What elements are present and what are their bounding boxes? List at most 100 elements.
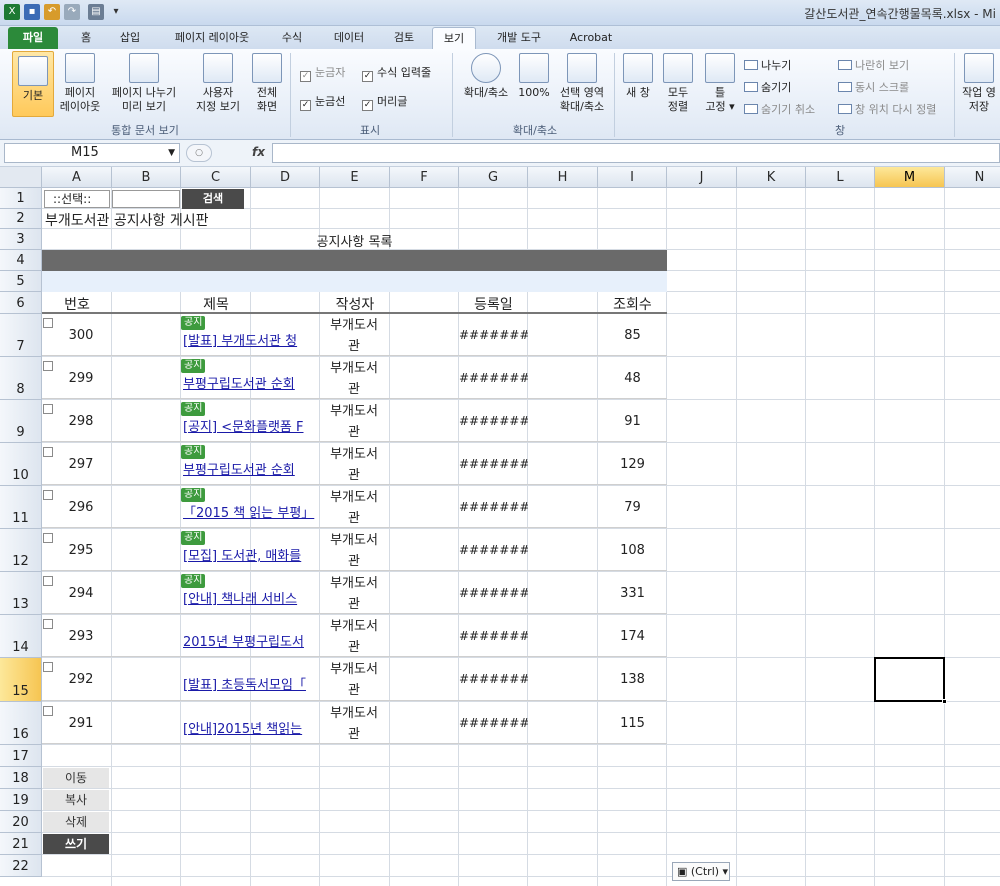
row-header-5[interactable]: 5 — [0, 271, 42, 292]
row-header-22[interactable]: 22 — [0, 855, 42, 877]
row-header-6[interactable]: 6 — [0, 292, 42, 314]
row-header-13[interactable]: 13 — [0, 572, 42, 615]
print-icon[interactable]: ▤ — [88, 4, 104, 20]
row-header-12[interactable]: 12 — [0, 529, 42, 572]
search-input[interactable] — [112, 190, 180, 208]
search-button[interactable]: 검색 — [182, 189, 244, 209]
formula-input[interactable] — [272, 143, 1000, 163]
name-box[interactable]: M15 ▼ — [4, 143, 180, 163]
post-title-link[interactable]: [모집] 도서관, 매화를 — [183, 545, 319, 564]
post-title-link[interactable]: [공지] <문화플랫폼 F — [183, 416, 319, 435]
write-button[interactable]: 쓰기 — [43, 834, 109, 854]
tab-view[interactable]: 보기 — [432, 27, 476, 49]
freeze-panes-button[interactable]: 틀 고정 ▾ — [700, 53, 740, 114]
row-header-10[interactable]: 10 — [0, 443, 42, 486]
column-header-a[interactable]: A — [42, 167, 112, 188]
full-screen-button[interactable]: 전체 화면 — [250, 53, 284, 114]
column-header-f[interactable]: F — [390, 167, 459, 188]
paste-options-button[interactable]: ▣ (Ctrl) ▾ — [672, 862, 730, 881]
zoom-100-button[interactable]: 100% — [516, 53, 552, 100]
column-header-m[interactable]: M — [875, 167, 945, 188]
row-checkbox[interactable] — [43, 576, 53, 586]
split-button[interactable]: 나누기 — [744, 57, 791, 73]
row-header-1[interactable]: 1 — [0, 188, 42, 209]
tab-formulas[interactable]: 수식 — [272, 27, 312, 49]
worksheet-grid[interactable]: A B C D E F G H I J K L M N 1 2 3 4 5 6 7 8 9 10 11 12 13 14 15 16 17 1… — [0, 167, 1000, 886]
save-icon[interactable]: ▪ — [24, 4, 40, 20]
row-header-2[interactable]: 2 — [0, 209, 42, 229]
row-header-16[interactable]: 16 — [0, 702, 42, 745]
column-header-l[interactable]: L — [806, 167, 875, 188]
formula-cancel-icon[interactable]: ○ — [186, 144, 212, 162]
row-header-7[interactable]: 7 — [0, 314, 42, 357]
tab-insert[interactable]: 삽입 — [110, 27, 150, 49]
select-all-corner[interactable] — [0, 167, 42, 188]
select-dropdown[interactable]: ::선택:: — [44, 190, 110, 208]
copy-button[interactable]: 복사 — [43, 790, 109, 810]
row-header-14[interactable]: 14 — [0, 615, 42, 658]
row-header-19[interactable]: 19 — [0, 789, 42, 811]
new-window-button[interactable]: 새 창 — [620, 53, 656, 100]
row-checkbox[interactable] — [43, 318, 53, 328]
post-title-link[interactable]: 부평구립도서관 순회 — [183, 373, 319, 392]
hide-button[interactable]: 숨기기 — [744, 79, 791, 95]
move-button[interactable]: 이동 — [43, 768, 109, 788]
zoom-to-selection-button[interactable]: 선택 영역 확대/축소 — [554, 53, 610, 114]
redo-icon[interactable]: ↷ — [64, 4, 80, 20]
post-title-link[interactable]: [발표] 초등독서모임「 — [183, 674, 319, 693]
column-header-n[interactable]: N — [945, 167, 1000, 188]
row-checkbox[interactable] — [43, 361, 53, 371]
fill-handle[interactable] — [942, 699, 947, 704]
row-header-3[interactable]: 3 — [0, 229, 42, 250]
row-header-18[interactable]: 18 — [0, 767, 42, 789]
row-header-9[interactable]: 9 — [0, 400, 42, 443]
unhide-button[interactable]: 숨기기 취소 — [744, 101, 815, 117]
tab-home[interactable]: 홈 — [70, 27, 102, 49]
tab-review[interactable]: 검토 — [382, 27, 426, 49]
headings-checkbox[interactable]: ✓ 머리글 — [362, 93, 407, 111]
post-title-link[interactable]: 「2015 책 읽는 부평」 — [183, 502, 319, 521]
reset-window-position-button[interactable]: 창 위치 다시 정렬 — [838, 101, 936, 117]
post-title-link[interactable]: 부평구립도서관 순회 — [183, 459, 319, 478]
post-title-link[interactable]: [발표] 부개도서관 청 — [183, 330, 319, 349]
insert-function-icon[interactable]: fx — [252, 145, 265, 159]
arrange-all-button[interactable]: 모두 정렬 — [660, 53, 696, 114]
ruler-checkbox[interactable]: ✓ 눈금자 — [300, 64, 345, 82]
undo-icon[interactable]: ↶ — [44, 4, 60, 20]
synchronous-scrolling-button[interactable]: 동시 스크롤 — [838, 79, 909, 95]
gridlines-checkbox[interactable]: ✓ 눈금선 — [300, 93, 345, 111]
column-header-h[interactable]: H — [528, 167, 598, 188]
column-header-b[interactable]: B — [112, 167, 181, 188]
column-header-c[interactable]: C — [181, 167, 251, 188]
formula-bar-checkbox[interactable]: ✓ 수식 입력줄 — [362, 64, 431, 82]
row-checkbox[interactable] — [43, 706, 53, 716]
tab-file[interactable]: 파일 — [8, 27, 58, 49]
tab-page-layout[interactable]: 페이지 레이아웃 — [160, 27, 264, 49]
tab-acrobat[interactable]: Acrobat — [562, 27, 620, 49]
delete-button[interactable]: 삭제 — [43, 812, 109, 832]
row-checkbox[interactable] — [43, 404, 53, 414]
view-side-by-side-button[interactable]: 나란히 보기 — [838, 57, 909, 73]
row-header-17[interactable]: 17 — [0, 745, 42, 767]
zoom-button[interactable]: 확대/축소 — [458, 53, 514, 100]
custom-views-button[interactable]: 사용자 지정 보기 — [190, 53, 246, 114]
post-title-link[interactable]: [안내] 책나래 서비스 — [183, 588, 319, 607]
normal-view-button[interactable]: 기본 — [12, 51, 54, 117]
row-header-4[interactable]: 4 — [0, 250, 42, 271]
column-header-d[interactable]: D — [251, 167, 320, 188]
row-header-8[interactable]: 8 — [0, 357, 42, 400]
page-break-preview-button[interactable]: 페이지 나누기 미리 보기 — [104, 53, 184, 114]
row-header-21[interactable]: 21 — [0, 833, 42, 855]
row-header-11[interactable]: 11 — [0, 486, 42, 529]
column-header-e[interactable]: E — [320, 167, 390, 188]
post-title-link[interactable]: 2015년 부평구립도서 — [183, 631, 319, 650]
row-checkbox[interactable] — [43, 490, 53, 500]
post-title-link[interactable]: [안내]2015년 책읽는 — [183, 718, 319, 737]
chevron-down-icon[interactable]: ▼ — [168, 144, 175, 162]
row-checkbox[interactable] — [43, 662, 53, 672]
save-workspace-button[interactable]: 작업 영 저장 — [958, 53, 1000, 114]
row-checkbox[interactable] — [43, 447, 53, 457]
column-header-g[interactable]: G — [459, 167, 528, 188]
row-header-15[interactable]: 15 — [0, 658, 42, 702]
page-layout-button[interactable]: 페이지 레이아웃 — [58, 53, 102, 114]
